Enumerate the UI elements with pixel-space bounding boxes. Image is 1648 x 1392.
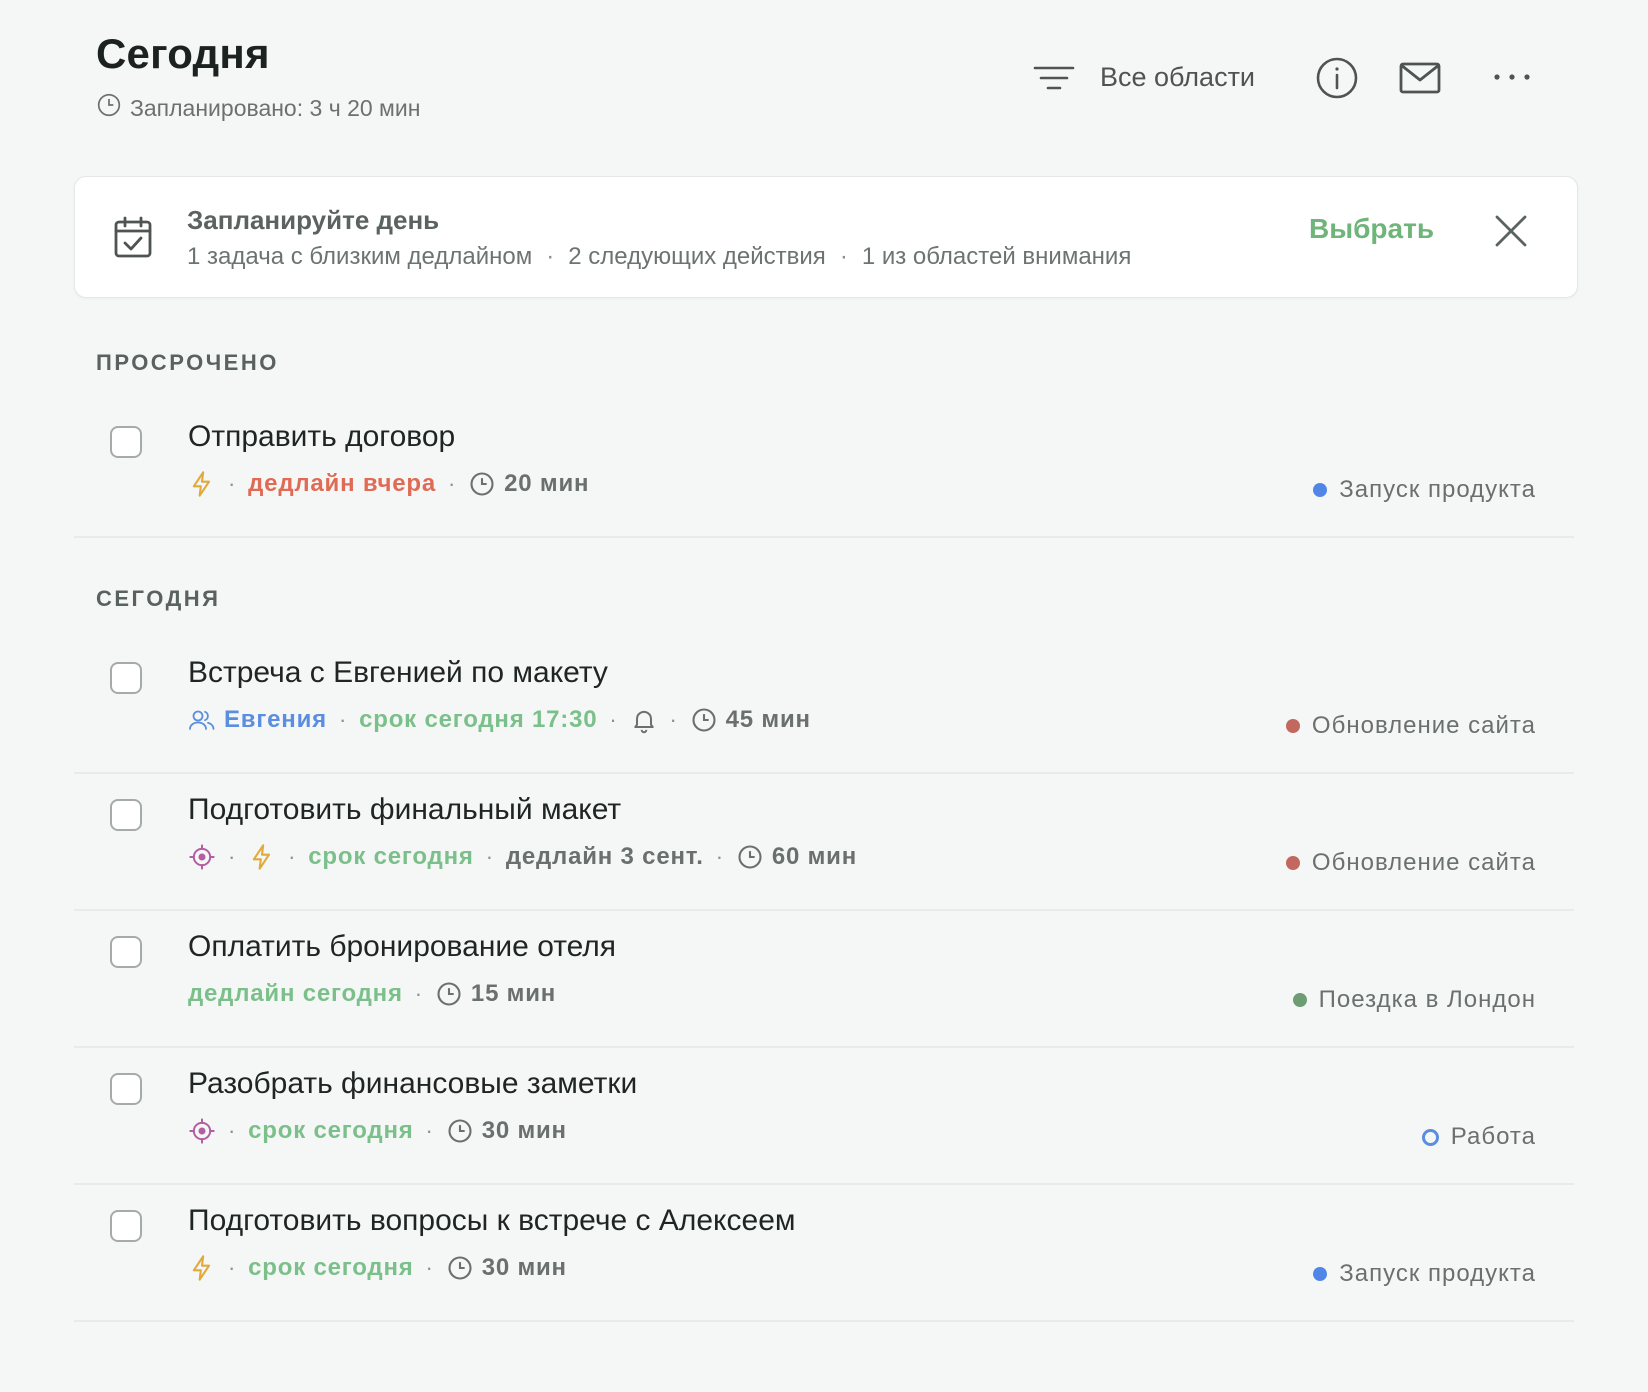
task-area[interactable]: Запуск продукта [1313, 1260, 1536, 1288]
duration-label: 30 мин [481, 1117, 567, 1144]
area-dot [1285, 719, 1300, 733]
section-today: СЕГОДНЯ [96, 586, 221, 611]
task-row[interactable]: Разобрать финансовые заметки · срок сего… [74, 1049, 1574, 1185]
duration-label: 15 мин [470, 980, 557, 1007]
task-meta: · срок сегодня · 30 мин [188, 1254, 567, 1282]
task-checkbox[interactable] [110, 662, 142, 694]
task-row[interactable]: Подготовить финальный макет · · срок сег… [74, 775, 1574, 911]
task-area[interactable]: Поездка в Лондон [1292, 986, 1536, 1014]
area-label: Обновление сайта [1311, 849, 1536, 876]
task-title[interactable]: Разобрать финансовые заметки [188, 1067, 637, 1101]
duration-label: 30 мин [481, 1254, 567, 1281]
task-checkbox[interactable] [110, 936, 142, 968]
section-overdue: ПРОСРОЧЕНО [96, 350, 279, 375]
mail-icon[interactable] [1398, 58, 1442, 98]
duration-label: 45 мин [725, 706, 811, 733]
planned-time: Запланировано: 3 ч 20 мин [96, 92, 420, 124]
task-title[interactable]: Оплатить бронирование отеля [188, 930, 616, 964]
duration-label: 20 мин [504, 470, 590, 497]
lightning-icon [188, 470, 216, 498]
task-area[interactable]: Запуск продукта [1313, 476, 1536, 504]
area-label: Обновление сайта [1311, 712, 1536, 739]
filter-icon [1032, 63, 1076, 93]
task-meta: · · срок сегодня · дедлайн 3 сент. · 60 … [188, 843, 857, 871]
task-title[interactable]: Отправить договор [188, 420, 455, 454]
clock-icon [736, 843, 764, 871]
today-page: Сегодня Запланировано: 3 ч 20 мин Все об… [0, 0, 1648, 1392]
clock-icon [468, 470, 496, 498]
task-checkbox[interactable] [110, 1210, 142, 1242]
area-dot [1285, 856, 1300, 870]
deadline-label: дедлайн сегодня [188, 980, 403, 1007]
task-area[interactable]: Обновление сайта [1285, 849, 1536, 877]
deadline-label: дедлайн 3 сент. [505, 843, 704, 870]
task-checkbox[interactable] [110, 426, 142, 458]
lightning-icon [248, 843, 276, 871]
task-meta: · дедлайн вчера · 20 мин [188, 470, 589, 498]
lightning-icon [188, 1254, 216, 1282]
area-filter-button[interactable]: Все области [1032, 62, 1255, 93]
clock-icon [446, 1254, 474, 1282]
area-dot [1313, 1267, 1328, 1281]
more-icon[interactable] [1492, 62, 1532, 92]
focus-target-icon [188, 843, 216, 871]
task-area[interactable]: Обновление сайта [1285, 712, 1536, 740]
area-dot [1313, 483, 1328, 497]
bell-icon [630, 706, 658, 734]
area-dot [1292, 993, 1307, 1007]
person-label: Евгения [224, 706, 327, 733]
area-label: Работа [1450, 1123, 1536, 1150]
area-label: Запуск продукта [1339, 476, 1536, 503]
filter-label: Все области [1100, 62, 1256, 92]
page-title: Сегодня [96, 30, 270, 77]
banner-item: 1 из областей внимания [861, 243, 1132, 270]
focus-target-icon [188, 1117, 216, 1145]
task-title[interactable]: Встреча с Евгенией по макету [188, 656, 608, 690]
task-row[interactable]: Встреча с Евгенией по макету Евгения · с… [74, 638, 1574, 774]
deadline-label: дедлайн вчера [248, 470, 436, 497]
task-row[interactable]: Подготовить вопросы к встрече с Алексеем… [74, 1186, 1574, 1322]
info-icon[interactable] [1314, 55, 1360, 101]
duration-label: 60 мин [771, 843, 857, 870]
area-label: Запуск продукта [1339, 1260, 1536, 1287]
task-meta: · срок сегодня · 30 мин [188, 1117, 567, 1145]
task-checkbox[interactable] [110, 799, 142, 831]
task-title[interactable]: Подготовить финальный макет [188, 793, 621, 827]
plan-day-banner: Запланируйте день 1 задача с близким дед… [74, 176, 1578, 298]
area-label: Поездка в Лондон [1318, 986, 1536, 1013]
banner-item: 1 задача с близким дедлайном [187, 243, 533, 270]
task-area[interactable]: Работа [1421, 1123, 1536, 1151]
task-checkbox[interactable] [110, 1073, 142, 1105]
banner-summary: 1 задача с близким дедлайном · 2 следующих… [187, 243, 1132, 270]
calendar-check-icon [113, 215, 153, 259]
due-label: срок сегодня [308, 843, 474, 870]
choose-button[interactable]: Выбрать [1309, 213, 1434, 245]
area-ring [1421, 1128, 1439, 1146]
task-meta: Евгения · срок сегодня 17:30 · · 45 мин [188, 706, 811, 734]
due-label: срок сегодня [248, 1254, 414, 1281]
task-title[interactable]: Подготовить вопросы к встрече с Алексеем [188, 1204, 796, 1238]
banner-title: Запланируйте день [187, 205, 440, 235]
task-meta: дедлайн сегодня · 15 мин [188, 980, 557, 1008]
clock-icon [435, 980, 463, 1008]
planned-label: Запланировано: 3 ч 20 мин [130, 94, 421, 121]
clock-icon [446, 1117, 474, 1145]
close-icon[interactable] [1493, 213, 1529, 249]
clock-icon [690, 706, 718, 734]
task-row[interactable]: Оплатить бронирование отеля дедлайн сего… [74, 912, 1574, 1048]
due-label: срок сегодня [248, 1117, 414, 1144]
banner-item: 2 следующих действия [568, 243, 826, 270]
task-row[interactable]: Отправить договор · дедлайн вчера · 20 м… [74, 402, 1574, 538]
clock-icon [96, 92, 122, 124]
people-icon [188, 706, 216, 734]
due-label: срок сегодня 17:30 [359, 706, 598, 733]
